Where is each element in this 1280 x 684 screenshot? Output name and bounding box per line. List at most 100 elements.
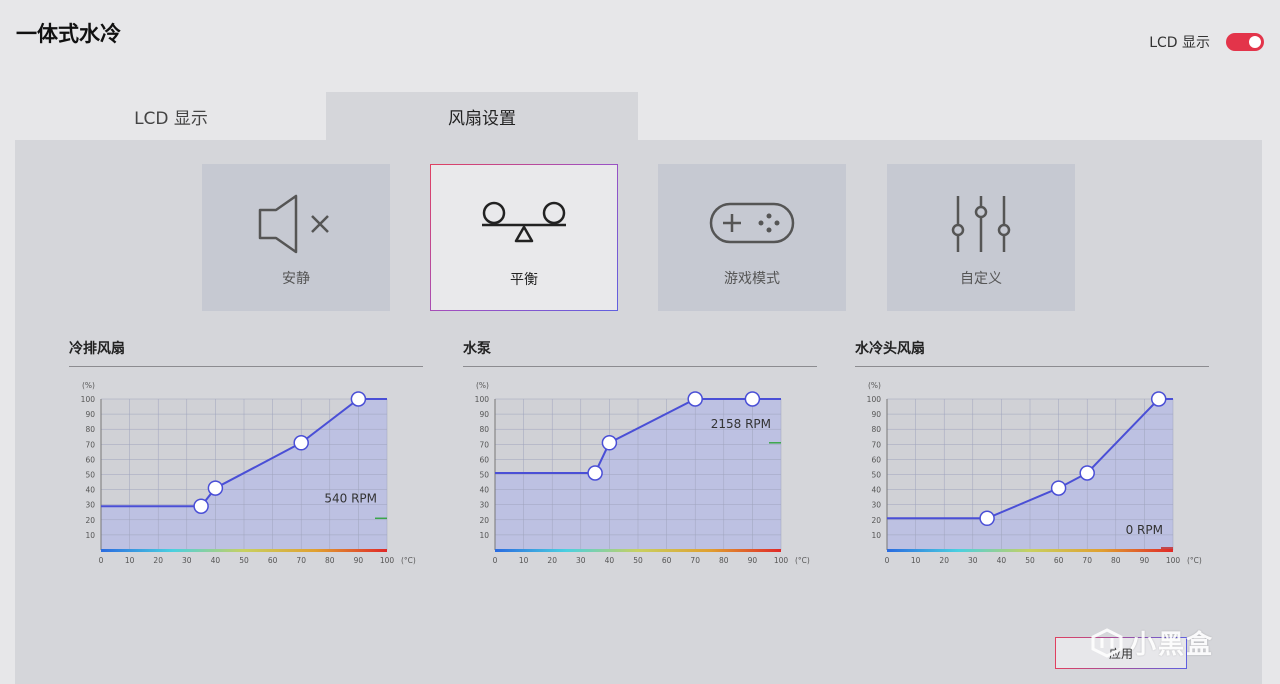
y-tick-label: 20	[85, 516, 95, 525]
lcd-toggle-switch[interactable]	[1226, 33, 1264, 51]
x-tick-label: 90	[354, 556, 364, 565]
curve-control-point[interactable]	[744, 391, 761, 407]
curve-control-point[interactable]	[1150, 391, 1167, 407]
curve-control-point[interactable]	[193, 498, 209, 514]
curve-control-point[interactable]	[587, 465, 603, 481]
curve-control-point[interactable]	[687, 391, 703, 407]
x-axis-label: (°C)	[401, 556, 416, 565]
y-tick-label: 10	[85, 531, 95, 540]
fan-curve-chart-block[interactable]: 0 10 20 30 40 50 60 70 80 90 100 10 20 30 40 50 60 70 80 90…	[864, 378, 1204, 573]
y-tick-label: 50	[479, 471, 489, 480]
x-tick-label: 70	[690, 556, 700, 565]
x-tick-label: 70	[1082, 556, 1092, 565]
x-tick-label: 50	[1025, 556, 1035, 565]
y-tick-label: 10	[479, 531, 489, 540]
y-tick-label: 70	[871, 440, 881, 449]
curve-control-point[interactable]	[601, 435, 618, 451]
x-tick-label: 30	[968, 556, 978, 565]
section-divider	[69, 366, 423, 367]
y-tick-label: 20	[479, 516, 489, 525]
watermark-logo: 小黑盒	[1090, 624, 1214, 661]
y-tick-label: 90	[479, 410, 489, 419]
speaker-mute-icon	[254, 192, 338, 256]
x-tick-label: 20	[939, 556, 949, 565]
x-tick-label: 20	[547, 556, 557, 565]
sliders-icon	[946, 192, 1016, 256]
mode-quiet-button[interactable]: 安静	[202, 164, 390, 311]
mode-balanced-button[interactable]: 平衡	[430, 164, 618, 311]
mode-gaming-label: 游戏模式	[724, 271, 780, 287]
toggle-knob	[1249, 36, 1261, 48]
y-tick-label: 20	[871, 516, 881, 525]
curve-control-point[interactable]	[207, 480, 224, 496]
mode-custom-label: 自定义	[960, 271, 1002, 287]
y-tick-label: 100	[867, 395, 882, 404]
mode-quiet-label: 安静	[282, 271, 310, 287]
temperature-gradient-bar	[887, 549, 1173, 552]
y-tick-label: 30	[871, 501, 881, 510]
tab-fan-settings[interactable]: 风扇设置	[326, 92, 638, 140]
x-tick-label: 10	[125, 556, 135, 565]
x-tick-label: 10	[519, 556, 529, 565]
lcd-toggle-group: LCD 显示	[1149, 32, 1264, 52]
x-tick-label: 60	[268, 556, 278, 565]
y-tick-label: 80	[871, 425, 881, 434]
section-title-radiator-fan: 冷排风扇	[69, 341, 125, 357]
section-divider	[463, 366, 817, 367]
y-axis-label: (%)	[476, 381, 489, 390]
x-tick-label: 60	[662, 556, 672, 565]
y-tick-label: 10	[871, 531, 881, 540]
x-axis-label: (°C)	[1187, 556, 1202, 565]
rpm-readout: 0 RPM	[1126, 523, 1163, 537]
x-tick-label: 100	[1166, 556, 1181, 565]
curve-control-point[interactable]	[1079, 465, 1095, 481]
x-tick-label: 40	[997, 556, 1007, 565]
x-tick-label: 0	[99, 556, 104, 565]
mode-custom-button[interactable]: 自定义	[887, 164, 1075, 311]
curve-control-point[interactable]	[350, 391, 367, 407]
y-tick-label: 50	[85, 471, 95, 480]
y-tick-label: 30	[479, 501, 489, 510]
fan-curve-chart-radiator[interactable]: 0 10 20 30 40 50 60 70 80 90 100 10 20 30 40 50 60 70 80 90…	[78, 378, 418, 573]
y-tick-label: 40	[479, 486, 489, 495]
y-tick-label: 80	[85, 425, 95, 434]
seesaw-balance-icon	[476, 193, 572, 257]
mode-balanced-label: 平衡	[510, 272, 538, 288]
x-tick-label: 30	[182, 556, 192, 565]
section-divider	[855, 366, 1209, 367]
x-tick-label: 100	[380, 556, 395, 565]
y-tick-label: 90	[85, 410, 95, 419]
x-tick-label: 90	[748, 556, 758, 565]
temperature-gradient-bar	[101, 549, 387, 552]
y-tick-label: 60	[85, 455, 95, 464]
section-title-block-fan: 水冷头风扇	[855, 341, 925, 357]
x-tick-label: 10	[911, 556, 921, 565]
x-tick-label: 80	[1111, 556, 1121, 565]
y-axis-label: (%)	[868, 381, 881, 390]
y-tick-label: 40	[85, 486, 95, 495]
x-tick-label: 80	[325, 556, 335, 565]
y-tick-label: 40	[871, 486, 881, 495]
y-tick-label: 50	[871, 471, 881, 480]
watermark-text: 小黑盒	[1130, 630, 1215, 660]
x-tick-label: 0	[885, 556, 890, 565]
curve-control-point[interactable]	[1050, 480, 1067, 496]
y-tick-label: 70	[479, 440, 489, 449]
x-tick-label: 50	[633, 556, 643, 565]
tab-lcd-display[interactable]: LCD 显示	[15, 92, 327, 140]
fan-curve-chart-pump[interactable]: 0 10 20 30 40 50 60 70 80 90 100 10 20 30 40 50 60 70 80 90…	[472, 378, 812, 573]
mode-gaming-button[interactable]: 游戏模式	[658, 164, 846, 311]
y-tick-label: 80	[479, 425, 489, 434]
rpm-readout: 540 RPM	[324, 491, 377, 505]
x-tick-label: 100	[774, 556, 789, 565]
x-tick-label: 70	[296, 556, 306, 565]
y-tick-label: 60	[479, 455, 489, 464]
x-tick-label: 60	[1054, 556, 1064, 565]
x-axis-label: (°C)	[795, 556, 810, 565]
y-tick-label: 90	[871, 410, 881, 419]
y-tick-label: 30	[85, 501, 95, 510]
curve-control-point[interactable]	[293, 435, 309, 451]
lcd-toggle-label: LCD 显示	[1149, 35, 1210, 51]
curve-control-point[interactable]	[979, 510, 995, 527]
y-tick-label: 60	[871, 455, 881, 464]
